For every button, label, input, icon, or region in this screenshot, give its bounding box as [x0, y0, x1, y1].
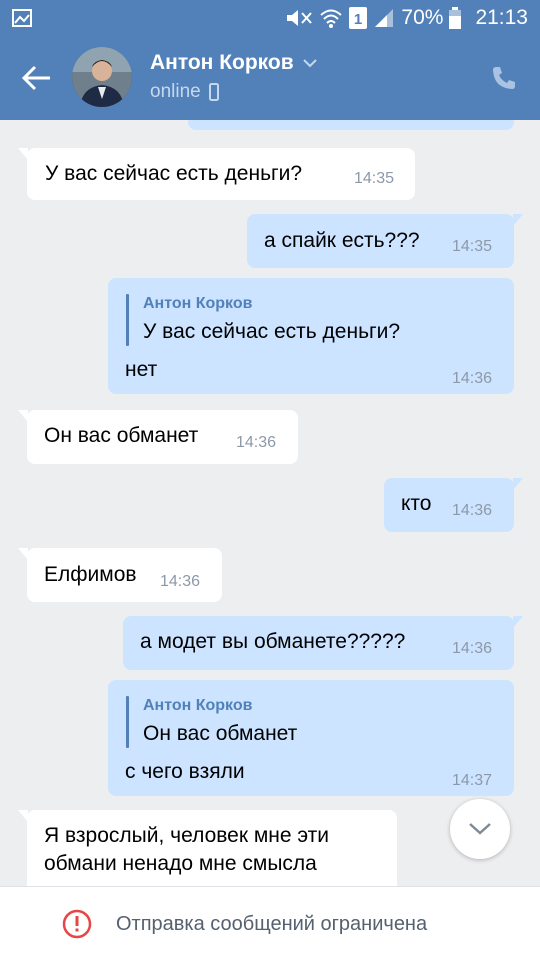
message-bubble-outgoing[interactable]: кто 14:36: [384, 478, 523, 532]
message-list[interactable]: У вас сейчас есть деньги? 14:35 а спайк …: [0, 120, 540, 886]
message-text: кто: [401, 492, 432, 515]
scroll-to-bottom-button[interactable]: [450, 799, 510, 859]
battery-icon: [449, 7, 462, 29]
chevron-down-icon: [469, 823, 491, 835]
message-bubble-outgoing[interactable]: а спайк есть??? 14:35: [247, 214, 523, 268]
chat-header: Антон Корков online: [0, 36, 540, 120]
message-bubble-incoming[interactable]: Он вас обманет 14:36: [18, 410, 298, 464]
phone-call-icon[interactable]: [490, 64, 518, 92]
avatar[interactable]: [72, 47, 132, 107]
message-text: Елфимов: [44, 563, 137, 586]
message-text: У вас сейчас есть деньги?: [45, 162, 303, 185]
message-time: 14:35: [354, 170, 395, 187]
quote-bar: [126, 294, 129, 346]
message-text-line-2: обмани ненадо мне смысла: [44, 852, 317, 875]
message-time: 14:36: [452, 502, 493, 519]
back-arrow-icon[interactable]: [20, 61, 54, 95]
message-text: Он вас обманет: [44, 424, 199, 447]
message-text: а спайк есть???: [264, 229, 420, 252]
mute-icon: [287, 10, 313, 26]
quote-text: Он вас обманет: [143, 722, 298, 745]
message-bubble-outgoing[interactable]: а модет вы обманете????? 14:36: [123, 616, 523, 670]
message-bubble-outgoing-reply[interactable]: Антон Корков Он вас обманет с чего взяли…: [108, 680, 514, 796]
message-text-line-1: Я взрослый, человек мне эти: [44, 824, 330, 847]
wifi-icon: [320, 9, 343, 28]
message-time: 14:36: [236, 434, 277, 451]
clock: 21:13: [475, 6, 528, 29]
message-time: 14:36: [452, 370, 493, 387]
warning-icon: [62, 909, 92, 939]
messaging-restricted-bar: Отправка сообщений ограничена: [0, 886, 540, 961]
svg-text:1: 1: [354, 11, 362, 28]
message-time: 14:35: [452, 238, 493, 255]
status-bar: 1 70% 21:13: [0, 0, 540, 36]
message-time: 14:36: [160, 573, 201, 590]
quote-author: Антон Корков: [143, 295, 253, 312]
quote-bar: [126, 696, 129, 748]
chevron-down-icon[interactable]: [302, 58, 318, 68]
quote-author: Антон Корков: [143, 697, 253, 714]
message-text: с чего взяли: [125, 760, 245, 783]
gallery-notification-icon: [12, 9, 32, 27]
online-status: online: [150, 81, 201, 102]
message-time: 14:36: [452, 640, 493, 657]
message-bubble-incoming[interactable]: У вас сейчас есть деньги? 14:35: [18, 148, 415, 200]
signal-icon: [375, 9, 394, 27]
restriction-notice: Отправка сообщений ограничена: [116, 913, 428, 935]
message-bubble-incoming[interactable]: Я взрослый, человек мне эти обмани ненад…: [18, 810, 397, 886]
mobile-device-icon: [208, 83, 219, 101]
message-bubble-outgoing-reply[interactable]: Антон Корков У вас сейчас есть деньги? н…: [108, 278, 514, 394]
sim-icon: 1: [349, 7, 368, 29]
quote-text: У вас сейчас есть деньги?: [143, 320, 401, 343]
message-time: 14:37: [452, 772, 493, 789]
message-bubble-incoming[interactable]: Елфимов 14:36: [18, 548, 222, 602]
message-bubble-partial[interactable]: [188, 120, 514, 130]
message-text: нет: [125, 358, 158, 381]
contact-name[interactable]: Антон Корков: [150, 51, 294, 75]
message-text: а модет вы обманете?????: [140, 630, 406, 653]
battery-percent: 70%: [401, 6, 444, 29]
